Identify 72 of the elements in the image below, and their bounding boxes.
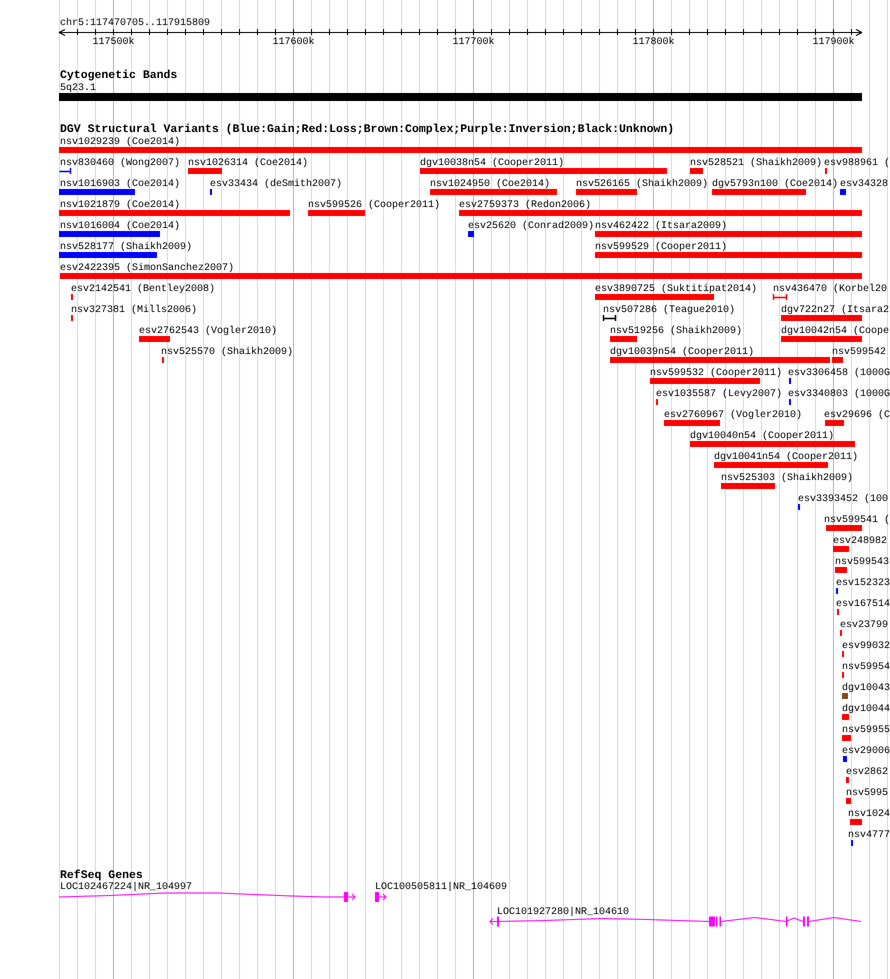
variant-label: nsv1016903 (Coe2014) [60,179,180,190]
variant-label: dgv10040n54 (Cooper2011) [690,431,834,442]
variant-label: nsv5995 [846,788,888,799]
variant-label: nsv1024950 (Coe2014) [430,179,550,190]
variant-label: nsv519256 (Shaikh2009) [610,326,742,337]
variant-label: esv2422395 (SimonSanchez2007) [60,263,234,274]
gene-label: LOC101927280|NR_104610 [497,907,630,918]
variant-label: dgv10041n54 (Cooper2011) [714,452,858,463]
variant-label: nsv528521 (Shaikh2009) [690,158,822,169]
variant-label: esv33434 (deSmith2007) [210,179,342,190]
variant-label: nsv59954 [842,662,890,673]
variant-label: nsv525303 (Shaikh2009) [721,473,854,484]
variant-label: dgv10044 [842,704,890,715]
variant-label: nsv1029239 (Coe2014) [60,137,180,148]
variant-label: nsv528177 (Shaikh2009) [60,242,192,253]
variant-label: nsv599542 [832,347,886,358]
track-title: DGV Structural Variants (Blue:Gain;Red:Loss;Brown:Complex;Purple:Inversion;Black:Unknown) [60,123,674,136]
ruler-tick-label: 117900k [812,37,854,48]
variant-label: nsv830460 (Wong2007) [60,158,180,169]
track-title: Cytogenetic Bands [60,69,178,82]
variant-label: esv2762543 (Vogler2010) [139,326,278,337]
variant-label: nsv462422 (Itsara2009) [595,221,728,232]
variant-label: nsv1024 [848,809,890,820]
variant-label: dgv10038n54 (Cooper2011) [420,158,564,169]
location-label: chr5:117470705..117915809 [60,18,210,29]
variant-label: esv2862 [846,767,888,778]
variant-label: nsv599526 (Cooper2011) [308,200,440,211]
variant-label: nsv327381 (Mills2006) [71,305,198,316]
variant-label: nsv1016004 (Coe2014) [60,221,180,232]
variant-label: esv3306458 (1000G [788,368,890,379]
variant-label: esv3393452 (100 [798,494,888,505]
ruler-tick-label: 117500k [92,37,134,48]
variant-label: esv99032 [842,641,890,652]
variant-label: nsv525570 (Shaikh2009) [161,347,294,358]
variant-label: esv1035587 (Levy2007) [656,389,782,400]
variant-label: dgv10042n54 (Coope [781,326,890,337]
variant-label: esv29696 (C [824,410,890,421]
ruler-tick-label: 117600k [272,37,314,48]
variant-label: esv3890725 (Suktitipat2014) [595,284,758,295]
variant-label: esv2760967 (Vogler2010) [664,410,802,421]
variant-label: esv167514 [836,599,890,610]
variant-label: nsv599541 ( [824,515,890,526]
variant-label: nsv1021879 (Coe2014) [60,200,180,211]
variant-label: esv2142541 (Bentley2008) [71,284,216,295]
gene-label: LOC100505811|NR_104609 [375,882,508,893]
variant-label: dgv722n27 (Itsara2 [781,305,890,316]
ruler-tick-label: 117700k [452,37,494,48]
variant-label: nsv4777 [848,830,890,841]
variant-label: dgv5793n100 (Coe2014) [712,179,838,190]
variant-label: esv988961 ( [824,158,890,169]
gene-label: LOC102467224|NR_104997 [60,882,192,893]
variant-label: nsv1026314 (Coe2014) [188,158,308,169]
variant-label: esv29006 [842,746,890,757]
variant-label: esv2759373 (Redon2006) [459,200,592,211]
variant-label: esv152323 [836,578,890,589]
variant-label: esv25620 (Conrad2009) [468,221,594,232]
variant-label: nsv59955 [842,725,890,736]
variant-label: esv23799 [840,620,888,631]
variant-label: dgv10043 [842,683,890,694]
variant-label: esv34328 [840,179,888,190]
band-label: 5q23.1 [60,83,96,94]
variant-label: dgv10039n54 (Cooper2011) [610,347,754,358]
variant-label: nsv599532 (Cooper2011) [650,368,782,379]
variant-label: nsv436470 (Korbel20 [773,284,888,295]
variant-label: esv248982 [833,536,888,547]
variant-label: nsv526165 (Shaikh2009) [576,179,708,190]
track-title: RefSeq Genes [60,869,143,882]
variant-label: nsv599529 (Cooper2011) [595,242,728,253]
variant-label: nsv507286 (Teague2010) [603,305,736,316]
ruler-tick-label: 117800k [632,37,674,48]
variant-label: esv3340803 (1000G [788,389,890,400]
variant-label: nsv599543 [835,557,890,568]
